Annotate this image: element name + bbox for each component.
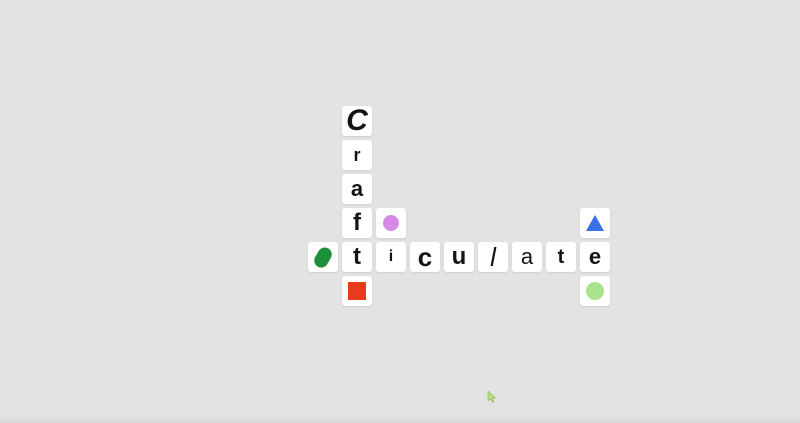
bottom-edge-shadow xyxy=(0,415,800,423)
tile-letter: r xyxy=(353,145,361,165)
tile-letter: f xyxy=(353,209,361,236)
green-pill-icon xyxy=(311,244,335,270)
tile-letter: e xyxy=(588,244,602,269)
tile-letter: a xyxy=(520,244,534,269)
letter-tile-t[interactable]: t xyxy=(546,242,576,272)
letter-tile-t[interactable]: t xyxy=(342,242,372,272)
letter-tile-c[interactable]: C xyxy=(342,106,372,136)
shape-tile-light-green-circle[interactable] xyxy=(580,276,610,306)
purple-circle-icon xyxy=(383,215,399,231)
mouse-pointer-icon xyxy=(487,391,497,403)
shape-tile-purple-circle[interactable] xyxy=(376,208,406,238)
shape-tile-pill[interactable] xyxy=(308,242,338,272)
tile-letter: i xyxy=(388,248,394,265)
tile-letter: c xyxy=(417,242,433,272)
letter-tile-u[interactable]: u xyxy=(444,242,474,272)
letter-tile-f[interactable]: f xyxy=(342,208,372,238)
shape-tile-blue-triangle[interactable] xyxy=(580,208,610,238)
letter-tile-a[interactable]: a xyxy=(342,174,372,204)
light-green-circle-icon xyxy=(586,282,604,300)
letter-tile-l[interactable]: l xyxy=(478,242,508,272)
canvas: C r a f t i c u l a t e xyxy=(0,0,800,423)
tile-letter: l xyxy=(490,242,496,272)
letter-tile-c[interactable]: c xyxy=(410,242,440,272)
tile-letter: t xyxy=(557,246,565,268)
tile-letter: u xyxy=(451,243,467,270)
tile-letter: C xyxy=(346,104,368,137)
red-square-icon xyxy=(348,282,366,300)
letter-tile-i[interactable]: i xyxy=(376,242,406,272)
tile-letter: a xyxy=(350,176,364,201)
letter-tile-e[interactable]: e xyxy=(580,242,610,272)
tile-letter: t xyxy=(353,243,361,270)
blue-triangle-icon xyxy=(586,215,604,231)
letter-tile-r[interactable]: r xyxy=(342,140,372,170)
letter-tile-a[interactable]: a xyxy=(512,242,542,272)
shape-tile-red-square[interactable] xyxy=(342,276,372,306)
